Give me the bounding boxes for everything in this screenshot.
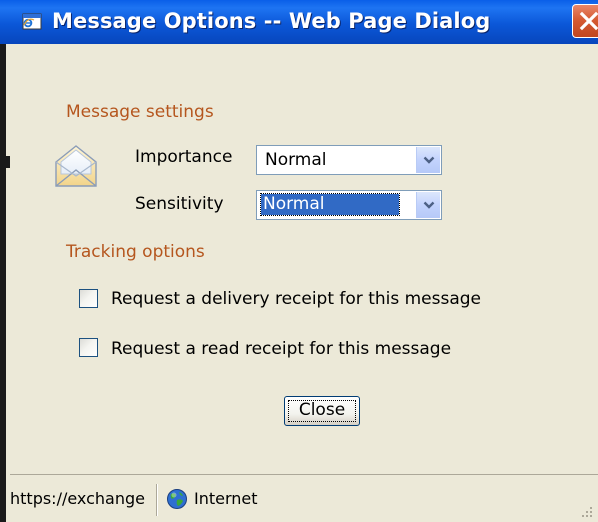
tracking-options-heading: Tracking options [66, 242, 205, 262]
sensitivity-value: Normal [260, 193, 400, 216]
close-button-label: Close [298, 400, 346, 420]
status-bar: https://exchange Internet [6, 478, 598, 522]
dialog-content: Message settings Importance Normal Sensi… [10, 44, 598, 452]
window-title: Message Options -- Web Page Dialog [52, 9, 491, 33]
close-button[interactable]: Close [284, 396, 360, 426]
status-divider [156, 484, 158, 516]
sensitivity-dropdown-button[interactable] [416, 192, 440, 218]
delivery-receipt-label[interactable]: Request a delivery receipt for this mess… [111, 289, 481, 309]
title-bar[interactable]: Message Options -- Web Page Dialog [0, 0, 598, 44]
importance-select[interactable]: Normal [256, 145, 442, 175]
importance-dropdown-button[interactable] [416, 147, 440, 173]
globe-icon [166, 488, 188, 510]
ie-window-icon [22, 12, 42, 30]
resize-grip-icon[interactable] [580, 504, 594, 518]
read-receipt-checkbox[interactable] [79, 338, 98, 357]
window-frame-left [0, 44, 10, 522]
importance-value: Normal [265, 150, 327, 170]
message-options-dialog: Message Options -- Web Page Dialog Messa… [0, 0, 598, 522]
sensitivity-label: Sensitivity [135, 194, 224, 214]
security-zone-label: Internet [194, 489, 258, 508]
importance-label: Importance [135, 147, 233, 167]
envelope-icon [52, 140, 100, 192]
sensitivity-select[interactable]: Normal [256, 190, 442, 220]
read-receipt-label[interactable]: Request a read receipt for this message [111, 339, 451, 359]
delivery-receipt-checkbox[interactable] [79, 289, 98, 308]
status-url: https://exchange [10, 489, 145, 508]
status-separator [10, 474, 598, 475]
message-settings-heading: Message settings [66, 102, 214, 122]
window-close-button[interactable] [572, 4, 598, 38]
